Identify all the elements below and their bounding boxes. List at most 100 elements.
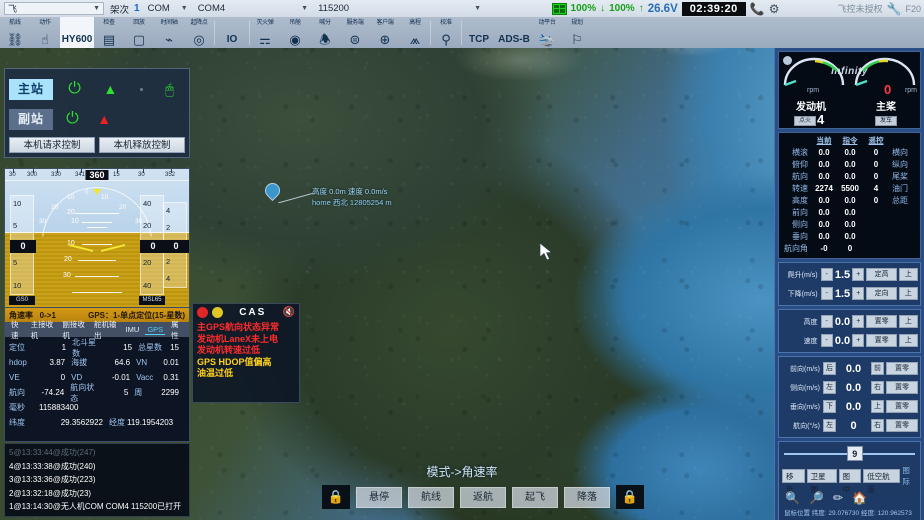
release-control-button[interactable]: 本机释放控制 [99,137,185,153]
zoom-out-icon[interactable]: 🔎 [809,491,824,505]
power-icon[interactable]: ⏻ [66,111,79,127]
start-rotor-button[interactable]: 发车 [875,116,897,126]
gps-row: hdop 3.87 海拔 64.6 VN 0.01 [9,355,185,370]
mouse-icon[interactable]: 🖱 [165,81,173,98]
speed-up-button[interactable]: 上 [899,334,918,347]
lock-right-button[interactable]: 🔒 [616,485,644,509]
request-control-button[interactable]: 本机请求控制 [9,137,95,153]
low-altitude-route-button[interactable]: 低空航道 [863,469,900,483]
baud-chevron-down-icon[interactable]: ▼ [301,5,308,12]
wrench-icon[interactable]: 🔧 [887,2,902,16]
ignition-button[interactable]: 点火 [794,116,816,126]
action-tool[interactable]: 动作 ☝ [30,17,60,48]
gps-key: Vacc [136,373,163,382]
timeline-tool[interactable]: 时间轴 ⌁ [154,17,184,48]
altitude-up-button[interactable]: 上 [899,315,918,328]
right-button[interactable]: 右 [871,381,884,394]
server-tool[interactable]: 服务端 ⊜ [340,17,370,48]
tab-quick[interactable]: 快速 [9,319,25,341]
altitude-decrement[interactable]: - [821,315,833,328]
tab-gps[interactable]: GPS [145,325,165,335]
climb-up-button[interactable]: 上 [899,268,918,281]
planning-tool[interactable]: 规划 ⚐ [562,17,592,48]
aircraft-select[interactable]: 飞 ▼ [4,2,104,15]
takeoff-button[interactable]: 起飞 [512,487,558,508]
wifi-off-icon[interactable]: ▲ [97,111,111,127]
lateral-zero-button[interactable]: 置零 [886,381,918,394]
primary-flight-display[interactable]: 30 20 10 0 10 20 30 20 10 10 20 30 10 5 … [4,168,190,308]
calibration-tool[interactable]: 校准 ⚲ [431,17,461,48]
power-icon[interactable]: ⏻ [68,81,81,97]
left-button[interactable]: 左 [823,381,836,394]
main-station-tag[interactable]: 主站 [9,79,53,100]
move-to-button[interactable]: 移至 [782,469,805,483]
map-boundary-link[interactable]: 图际 [902,465,917,487]
altitude-increment[interactable]: + [852,315,864,328]
altitude-zero-button[interactable]: 置零 [866,315,896,328]
center-map-button[interactable]: 图中 [839,469,862,483]
map-zoom-slider[interactable]: 9 [782,445,917,462]
up-button[interactable]: 上 [871,400,884,413]
speed-zero-button[interactable]: 置零 [866,334,896,347]
mute-icon[interactable]: 🔇 [283,307,295,318]
zoom-slider-thumb[interactable]: 9 [847,446,863,461]
yaw-zero-button[interactable]: 置零 [886,419,918,432]
zoom-in-icon[interactable]: 🔍 [785,491,800,505]
route-tool[interactable]: 航线 ⛓ [0,17,30,48]
speed-increment[interactable]: + [852,334,864,347]
hover-button[interactable]: 悬停 [356,487,402,508]
adsb-tool[interactable]: ADS-B [496,17,532,48]
phone-icon[interactable]: 📞 [750,2,765,16]
playback-tool[interactable]: 回放 ▢ [124,17,154,48]
route-button[interactable]: 航线 [408,487,454,508]
measure-icon[interactable]: ✏ [833,491,843,505]
tab-properties[interactable]: 属性 [169,319,185,341]
satellite-layer-button[interactable]: 卫星图 [807,469,837,483]
speed-decrement[interactable]: - [821,334,833,347]
vertical-zero-button[interactable]: 置零 [886,400,918,413]
forward-zero-button[interactable]: 置零 [886,362,918,375]
backward-button[interactable]: 后 [823,362,836,375]
climb-rate-increment[interactable]: + [852,268,864,281]
extra-chevron-down-icon[interactable]: ▼ [474,5,481,12]
yaw-left-button[interactable]: 左 [823,419,836,432]
gimbal-tool[interactable]: 吊舱 ◉ [280,17,310,48]
checklist-tool[interactable]: 检查 ▤ [94,17,124,48]
com-chevron-down-icon[interactable]: ▼ [181,5,188,12]
yaw-right-button[interactable]: 右 [871,419,884,432]
client-tool[interactable]: 客户端 ⊕ [370,17,400,48]
sub-station-tag[interactable]: 副站 [9,109,53,130]
log-line: 2@13:32:18@成功(23) [9,487,185,501]
lock-left-button[interactable]: 🔒 [322,485,350,509]
elevation-tool[interactable]: 高程 ⩕ [400,17,430,48]
tcp-tool[interactable]: TCP [462,17,496,48]
adsb-label: ADS-B [498,33,530,46]
descent-rate-increment[interactable]: + [852,287,864,300]
tab-main-receiver[interactable]: 主接收机 [29,319,57,341]
telemetry-col-command: 指令 [837,135,863,147]
gear-icon[interactable]: ⚙ [769,2,780,16]
hold-altitude-button[interactable]: 定高 [866,268,896,281]
gps-key: VN [136,358,163,367]
target-icon: ◎ [193,33,204,46]
io-tool[interactable]: IO [215,17,249,48]
hold-heading-button[interactable]: 定向 [866,287,896,300]
return-home-button[interactable]: 返航 [460,487,506,508]
broadcast-tool[interactable]: 喊分 🕭 [310,17,340,48]
hy600-tool[interactable]: HY600 [60,17,94,48]
moving-platform-tool[interactable]: 动平台 🛬 [532,17,562,48]
home-icon[interactable]: 🏠 [852,491,867,505]
station-button-row: 本机请求控制 本机释放控制 [9,137,185,153]
down-button[interactable]: 下 [823,400,836,413]
tab-imu[interactable]: IMU [124,325,142,334]
forward-button[interactable]: 前 [871,362,884,375]
extinguisher-tool[interactable]: 灭火弹 ⚎ [250,17,280,48]
descent-up-button[interactable]: 上 [899,287,918,300]
event-log-panel[interactable]: 5@13:33:44@成功(247) 4@13:33:38@成功(240) 3@… [4,443,190,517]
land-button[interactable]: 降落 [564,487,610,508]
wifi-icon[interactable]: ▲ [103,81,117,97]
speed-setpoint-row: 速度 - 0.0 + 置零 上 [781,331,918,350]
takeoff-point-tool[interactable]: 起降点 ◎ [184,17,214,48]
climb-rate-decrement[interactable]: - [821,268,833,281]
descent-rate-decrement[interactable]: - [821,287,833,300]
